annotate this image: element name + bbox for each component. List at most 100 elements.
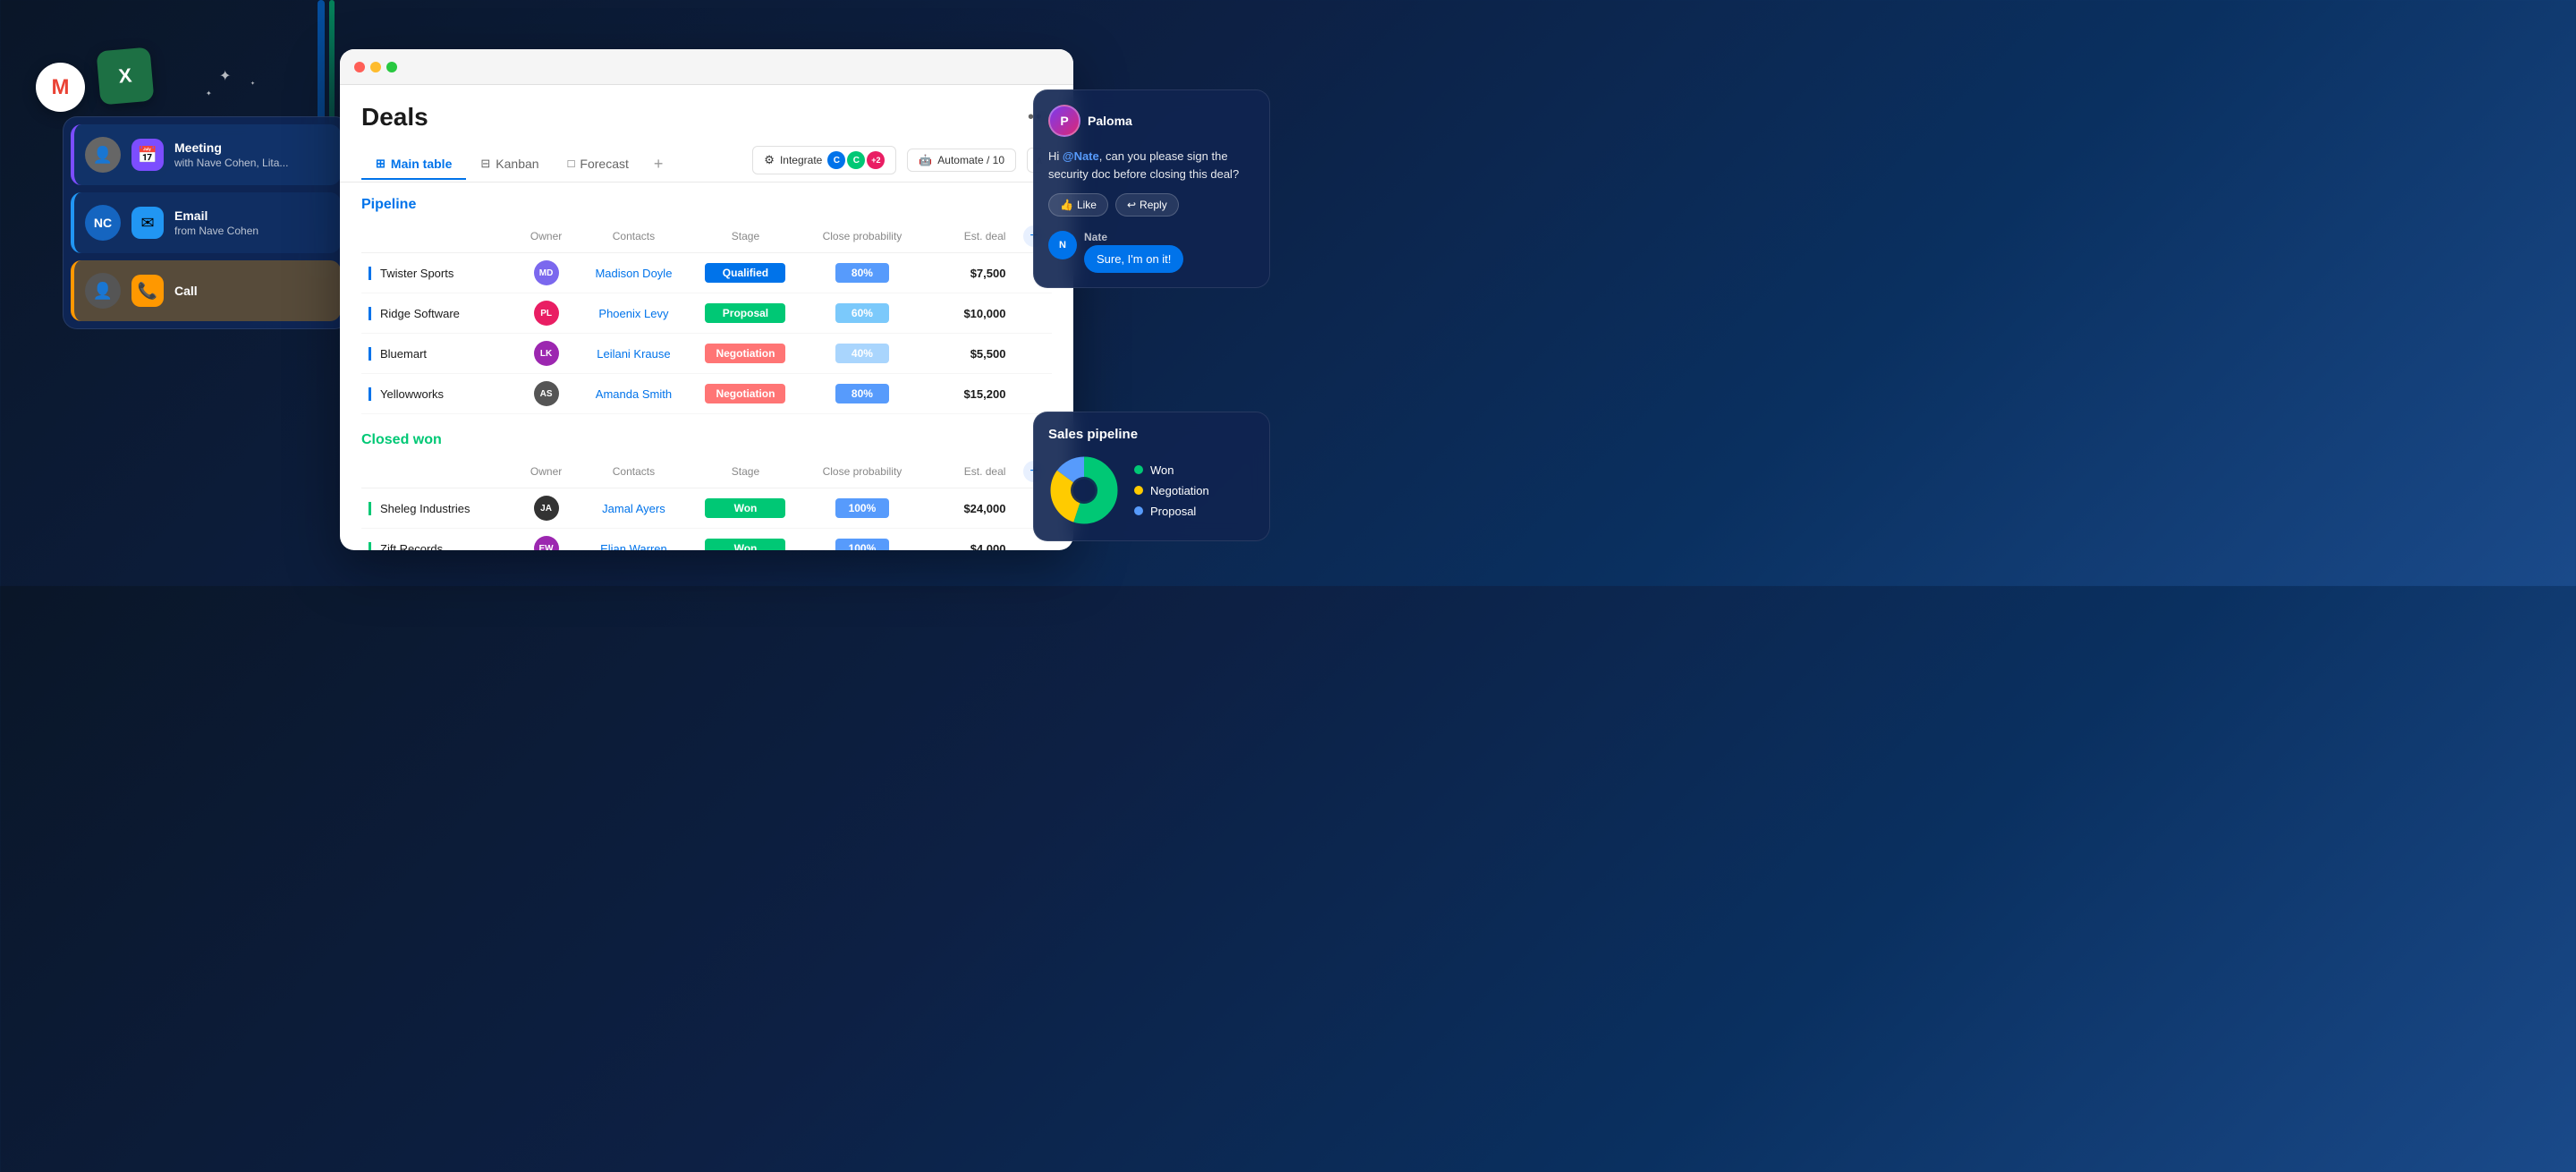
meeting-title: Meeting (174, 140, 288, 155)
integration-icon-plus: +2 (867, 151, 885, 169)
like-button[interactable]: 👍 Like (1048, 193, 1108, 217)
reply-icon: ↩ (1127, 199, 1136, 211)
col-owner-cw: Owner (517, 455, 575, 488)
stage-badge: Negotiation (705, 344, 785, 363)
deal-name: Bluemart (369, 347, 510, 361)
automate-button[interactable]: 🤖 Automate / 10 (907, 149, 1016, 172)
probability-badge: 80% (835, 263, 889, 283)
call-avatar: 👤 (85, 273, 121, 309)
reply-button[interactable]: ↩ Reply (1115, 193, 1179, 217)
deal-name: Ridge Software (369, 307, 510, 320)
integrate-button[interactable]: ⚙ Integrate C C +2 (752, 146, 896, 174)
chat-panel: P Paloma Hi @Nate, can you please sign t… (1033, 89, 1270, 288)
stage-badge: Won (705, 498, 785, 518)
meeting-icon: 📅 (131, 139, 164, 171)
deal-name: Yellowworks (369, 387, 510, 401)
email-avatar: NC (85, 205, 121, 241)
contact-link[interactable]: Jamal Ayers (602, 502, 665, 515)
owner-avatar: EW (534, 536, 559, 550)
legend-dot-negotiation (1134, 486, 1143, 495)
add-view-button[interactable]: + (643, 148, 674, 181)
tab-kanban[interactable]: ⊟ Kanban (466, 149, 553, 180)
traffic-light-green[interactable] (386, 62, 397, 72)
traffic-light-yellow[interactable] (370, 62, 381, 72)
integration-icon-2: C (847, 151, 865, 169)
pipeline-row-3[interactable]: Yellowworks AS Amanda Smith Negotiation … (361, 374, 1052, 414)
gmail-icon-container: M (36, 63, 85, 112)
pipeline-tbody: Twister Sports MD Madison Doyle Qualifie… (361, 253, 1052, 414)
automate-icon: 🤖 (919, 154, 932, 166)
legend-dot-won (1134, 465, 1143, 474)
page-title: Deals (361, 103, 428, 132)
call-text: Call (174, 284, 198, 298)
est-deal: $10,000 (963, 307, 1005, 320)
chat-mention: @Nate (1063, 149, 1099, 163)
like-icon: 👍 (1060, 199, 1073, 211)
closed-won-row-0[interactable]: Sheleg Industries JA Jamal Ayers Won 100… (361, 488, 1052, 529)
activity-item-meeting[interactable]: 👤 📅 Meeting with Nave Cohen, Lita... (71, 124, 341, 185)
contact-link[interactable]: Elian Warren (600, 542, 667, 551)
contact-link[interactable]: Madison Doyle (595, 267, 672, 280)
chat-header: P Paloma (1048, 105, 1255, 137)
chart-legend: Won Negotiation Proposal (1134, 463, 1209, 518)
traffic-light-red[interactable] (354, 62, 365, 72)
paloma-avatar: P (1048, 105, 1080, 137)
est-deal: $24,000 (963, 502, 1005, 515)
meeting-avatar: 👤 (85, 137, 121, 173)
tab-forecast[interactable]: □ Forecast (554, 149, 643, 180)
stage-badge: Proposal (705, 303, 785, 323)
sales-content: Won Negotiation Proposal (1048, 454, 1255, 526)
gmail-icon: M (36, 63, 85, 112)
window-titlebar (340, 49, 1073, 85)
owner-avatar: PL (534, 301, 559, 326)
contact-link[interactable]: Leilani Krause (597, 347, 670, 361)
est-deal: $4,000 (970, 542, 1006, 551)
contact-link[interactable]: Phoenix Levy (598, 307, 668, 320)
legend-dot-proposal (1134, 506, 1143, 515)
email-icon: ✉ (131, 207, 164, 239)
pipeline-row-2[interactable]: Bluemart LK Leilani Krause Negotiation 4… (361, 334, 1052, 374)
activity-item-call[interactable]: 👤 📞 Call (71, 260, 341, 321)
sales-pipeline-panel: Sales pipeline Won Negotiation Proposal (1033, 412, 1270, 541)
reply-bubble: N Nate Sure, I'm on it! (1048, 231, 1255, 273)
table-icon: ⊞ (376, 157, 386, 171)
col-prob: Close probability (799, 220, 925, 253)
pipeline-title: Pipeline (361, 197, 416, 213)
est-deal: $5,500 (970, 347, 1006, 361)
integrate-icon: ⚙ (764, 153, 775, 167)
probability-badge: 40% (835, 344, 889, 363)
activity-item-email[interactable]: NC ✉ Email from Nave Cohen (71, 192, 341, 253)
pipeline-row-1[interactable]: Ridge Software PL Phoenix Levy Proposal … (361, 293, 1052, 334)
nate-reply: Nate Sure, I'm on it! (1084, 231, 1183, 273)
sparkle-star-3: ✦ (250, 81, 255, 87)
col-deal (361, 220, 517, 253)
col-deal-cw (361, 455, 517, 488)
probability-badge: 100% (835, 539, 889, 550)
stage-badge: Qualified (705, 263, 785, 283)
integration-icon-1: C (827, 151, 845, 169)
est-deal: $7,500 (970, 267, 1006, 280)
col-contacts: Contacts (575, 220, 691, 253)
app-title-row: Deals ••• (361, 103, 1052, 132)
tab-main-table[interactable]: ⊞ Main table (361, 149, 466, 180)
call-title: Call (174, 284, 198, 298)
stage-badge: Won (705, 539, 785, 550)
meeting-subtitle: with Nave Cohen, Lita... (174, 157, 288, 169)
sparkle-star-1: ✦ (219, 67, 231, 85)
legend-item-proposal: Proposal (1134, 505, 1209, 518)
deal-name: Sheleg Industries (369, 502, 510, 515)
closed-won-row-1[interactable]: Zift Records EW Elian Warren Won 100% $4… (361, 529, 1052, 551)
excel-icon-container: X (98, 49, 152, 103)
contact-link[interactable]: Amanda Smith (596, 387, 672, 401)
sales-pipeline-title: Sales pipeline (1048, 427, 1255, 442)
integration-icons: C C +2 (827, 151, 885, 169)
closed-won-section-header: Closed won (361, 432, 1052, 448)
legend-item-negotiation: Negotiation (1134, 484, 1209, 497)
chat-sender-name: Paloma (1088, 114, 1132, 128)
app-header: Deals ••• ⊞ Main table ⊟ Kanban □ Foreca… (340, 85, 1073, 183)
pipeline-row-0[interactable]: Twister Sports MD Madison Doyle Qualifie… (361, 253, 1052, 293)
closed-won-table: Owner Contacts Stage Close probability E… (361, 455, 1052, 550)
col-stage-cw: Stage (692, 455, 800, 488)
table-content: Pipeline Owner Contacts Stage Close prob… (340, 183, 1073, 550)
col-contacts-cw: Contacts (575, 455, 691, 488)
